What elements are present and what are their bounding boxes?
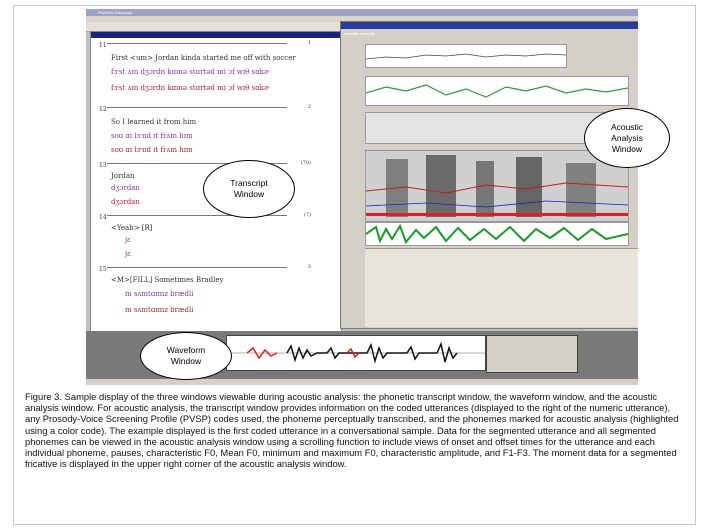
utterance-number: 12 xyxy=(99,106,107,113)
acoustic-analysis-window: Acoustic Analysis xyxy=(340,21,638,329)
acoustic-window-label: Acoustic Analysis Window xyxy=(610,121,644,154)
waveform-window-label: Waveform Window xyxy=(166,345,206,366)
measurement-table xyxy=(365,248,638,327)
transcript-window-callout: Transcript Window xyxy=(203,160,295,218)
spectrogram-image xyxy=(366,151,628,221)
f0-contour xyxy=(365,84,629,98)
app-title: Phonetic Transcript xyxy=(98,10,133,15)
waveform-display xyxy=(226,335,486,371)
acoustic-title: Acoustic Analysis xyxy=(344,31,375,36)
pitch-track-panel xyxy=(365,44,567,68)
transcription-line: m sʌmtɑɪmz brædli xyxy=(125,290,194,298)
acoustic-titlebar: Acoustic Analysis xyxy=(341,22,638,36)
transcription-line: soʊ ɑɪ lɝnd ɪt frʌm hɪm xyxy=(111,132,193,140)
figure-caption: Figure 3. Sample display of the three wi… xyxy=(25,391,679,470)
orthographic-line: So I learned it from him xyxy=(111,118,197,126)
transcript-window-label: Transcript Window xyxy=(230,178,268,199)
utterance-code: (78) xyxy=(300,160,311,166)
divider xyxy=(107,267,287,268)
pitch-track xyxy=(365,53,567,60)
divider xyxy=(107,43,287,44)
waveform-signal xyxy=(227,341,485,364)
utterance-number: 11 xyxy=(99,42,107,49)
orthographic-line: <M>[FILL] Sometimes Bradley xyxy=(111,276,224,284)
utterance-code: 3 xyxy=(307,264,311,270)
orthographic-line: First <um> Jordan kinda started me off w… xyxy=(111,54,296,62)
orthographic-line: <Yeah> [R] xyxy=(111,224,153,232)
utterance-11: 11 1 First <um> Jordan kinda started me … xyxy=(91,40,341,100)
spectrogram xyxy=(365,150,629,222)
utterance-15: 15 3 <M>[FILL] Sometimes Bradley m sʌmtɑ… xyxy=(91,264,341,324)
transcription-line: dʒɔrdan xyxy=(111,184,140,192)
acoustic-window-callout: Acoustic Analysis Window xyxy=(584,108,670,168)
analysis-waveform xyxy=(365,222,629,246)
utterance-code: 2 xyxy=(307,104,311,110)
f0-contour-panel xyxy=(365,76,629,106)
analysis-line: soʊ ɑɪ lɝnd ɪt frʌm hɪm xyxy=(111,146,193,154)
analysis-line: m sʌmtɑɪmz brædli xyxy=(125,306,194,314)
analysis-line: jɛ xyxy=(125,250,131,258)
utterance-code: 1 xyxy=(307,40,311,46)
utterance-12: 12 2 So I learned it from him soʊ ɑɪ lɝn… xyxy=(91,104,341,164)
utterance-number: 15 xyxy=(99,266,107,273)
status-bar xyxy=(86,379,638,385)
divider xyxy=(107,107,287,108)
waveform-window-callout: Waveform Window xyxy=(140,332,232,380)
transcription-line: jɛ xyxy=(125,236,131,244)
app-titlebar: Phonetic Transcript xyxy=(86,9,638,16)
analysis-line: dʒɔrdan xyxy=(111,198,140,206)
utterance-code: (7) xyxy=(303,212,311,218)
software-screenshot: Phonetic Transcript 11 1 First <um> Jord… xyxy=(86,9,638,385)
analysis-line: fɝst ʌm dʒɔrdn kɑɪnə stɑrtəd mi ɔf wɪθ s… xyxy=(111,84,270,92)
waveform-controls xyxy=(486,335,578,373)
orthographic-line: Jordan xyxy=(111,172,135,180)
utterance-number: 13 xyxy=(99,162,107,169)
utterance-14: 14 (7) <Yeah> [R] jɛ jɛ xyxy=(91,212,341,262)
waveform-trace xyxy=(365,223,629,244)
utterance-number: 14 xyxy=(99,214,107,221)
transcript-titlebar xyxy=(91,32,341,38)
transcription-line: fɝst ʌm dʒɔrdn kɑɪnə stɑrtəd mi ɔf wɪθ s… xyxy=(111,68,270,76)
